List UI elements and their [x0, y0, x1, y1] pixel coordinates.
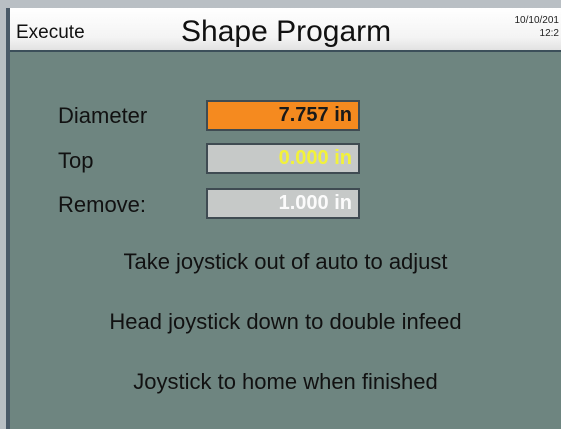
hmi-screen: Execute Shape Progarm 10/10/201 12:2 Dia…	[6, 8, 561, 429]
diameter-label: Diameter	[58, 103, 148, 128]
remove-field[interactable]: 1.000 in	[206, 188, 360, 219]
top-label: Top	[58, 148, 94, 173]
top-field[interactable]: 0.000 in	[206, 143, 360, 174]
instruction-message: Head joystick down to double infeed	[109, 309, 462, 334]
title-bar: Execute Shape Progarm 10/10/201 12:2	[10, 8, 561, 52]
date-text: 10/10/201	[514, 15, 560, 26]
instruction-message: Take joystick out of auto to adjust	[123, 249, 448, 274]
time-text: 12:2	[539, 28, 559, 39]
datetime-display: 10/10/201 12:2	[515, 14, 560, 40]
instruction-message: Joystick to home when finished	[133, 369, 438, 394]
mode-label: Execute	[16, 22, 85, 43]
diameter-field[interactable]: 7.757 in	[206, 100, 360, 131]
page-title: Shape Progarm	[181, 15, 392, 48]
remove-label: Remove:	[58, 192, 147, 217]
